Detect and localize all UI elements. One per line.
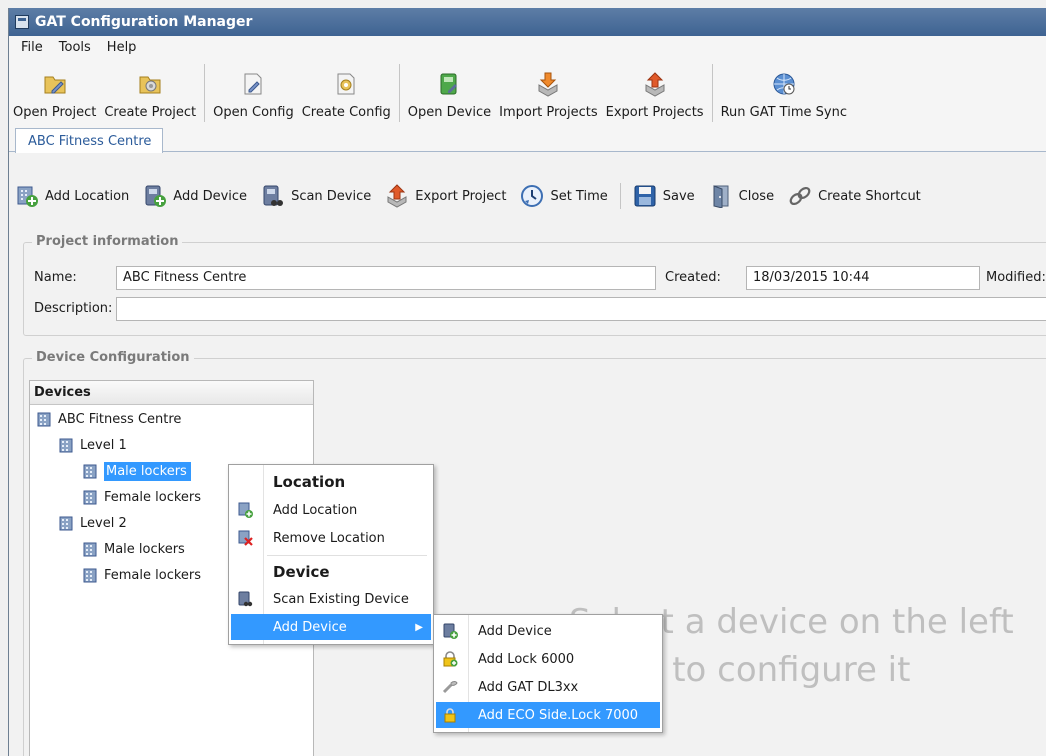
create-config-button[interactable]: Create Config: [298, 71, 395, 120]
tree-item-male-lockers-level-1[interactable]: Male lockers: [82, 460, 191, 482]
menu-tools[interactable]: Tools: [51, 40, 99, 55]
time-sync-icon: [773, 73, 795, 95]
export-project-button[interactable]: Export Project: [385, 184, 506, 208]
key-icon: [442, 681, 458, 694]
context-add-device-icon-slot: [237, 619, 253, 635]
tree-item-level-1[interactable]: Level 1: [58, 434, 127, 456]
create-config-icon: [337, 73, 355, 95]
submenu-add-lock-6000[interactable]: Add Lock 6000: [436, 646, 660, 672]
project-toolbar: Add Location Add Device Scan Device Expo…: [9, 178, 1046, 214]
created-field: 18/03/2015 10:44: [746, 266, 980, 290]
tree-item-female-lockers-level-1[interactable]: Female lockers: [82, 486, 201, 508]
set-time-icon: [521, 185, 544, 207]
window-title: GAT Configuration Manager: [35, 14, 253, 30]
export-projects-icon: [645, 72, 665, 97]
tree-item-male-lockers-level-2[interactable]: Male lockers: [82, 538, 185, 560]
open-config-button[interactable]: Open Config: [209, 71, 298, 120]
export-project-icon: [387, 184, 407, 208]
import-projects-button[interactable]: Import Projects: [495, 71, 602, 120]
building-icon: [37, 412, 51, 427]
submenu-add-device[interactable]: Add Device: [436, 618, 660, 644]
building-icon: [83, 568, 97, 583]
add-device-button[interactable]: Add Device: [143, 184, 247, 208]
open-device-button[interactable]: Open Device: [404, 71, 495, 120]
toolbar-separator: [204, 64, 206, 122]
context-scan-existing-device[interactable]: Scan Existing Device: [231, 586, 431, 612]
app-window: GAT Configuration Manager File Tools Hel…: [8, 8, 1046, 756]
context-remove-location[interactable]: Remove Location: [231, 525, 431, 551]
open-project-icon: [44, 76, 66, 94]
building-icon: [83, 542, 97, 557]
export-projects-button[interactable]: Export Projects: [602, 71, 708, 120]
tree-item-level-2[interactable]: Level 2: [58, 512, 127, 534]
set-time-button[interactable]: Set Time: [520, 184, 608, 208]
device-configuration-title: Device Configuration: [32, 350, 194, 365]
tree-item-abc-fitness-centre[interactable]: ABC Fitness Centre: [36, 408, 181, 430]
add-device-icon: [443, 623, 458, 639]
created-label: Created:: [665, 270, 721, 285]
toolbar-separator: [398, 64, 400, 122]
scan-device-icon: [238, 591, 253, 607]
submenu-add-eco-side-lock-7000[interactable]: Add ECO Side.Lock 7000: [436, 702, 660, 728]
submenu-add-gat-dl3xx[interactable]: Add GAT DL3xx: [436, 674, 660, 700]
run-time-sync-button[interactable]: Run GAT Time Sync: [717, 71, 851, 120]
building-icon: [59, 438, 73, 453]
toolbar-separator: [619, 183, 621, 209]
toolbar-separator: [711, 64, 713, 122]
menu-help[interactable]: Help: [99, 40, 145, 55]
context-menu-separator: [267, 555, 427, 556]
add-device-icon: [145, 185, 167, 207]
add-device-submenu: Add Device Add Lock 6000 Add GAT DL3xx A…: [433, 614, 663, 733]
name-label: Name:: [34, 270, 77, 285]
open-config-icon: [244, 73, 262, 95]
door-icon: [713, 185, 729, 208]
create-shortcut-button[interactable]: Create Shortcut: [788, 184, 921, 208]
save-button[interactable]: Save: [633, 184, 695, 208]
close-button[interactable]: Close: [709, 184, 774, 208]
scan-device-icon: [263, 185, 284, 206]
description-label: Description:: [34, 301, 113, 316]
menu-file[interactable]: File: [13, 40, 51, 55]
remove-location-icon: [238, 530, 253, 546]
save-icon: [634, 185, 656, 207]
add-location-icon: [17, 186, 38, 207]
lock-add-icon: [443, 651, 458, 667]
modified-label: Modified:: [986, 270, 1046, 285]
scan-device-button[interactable]: Scan Device: [261, 184, 371, 208]
app-icon: [15, 15, 29, 29]
open-project-button[interactable]: Open Project: [9, 71, 100, 120]
title-bar: GAT Configuration Manager: [9, 8, 1046, 36]
building-icon: [83, 490, 97, 505]
project-information-title: Project information: [32, 234, 183, 249]
tree-item-female-lockers-level-2[interactable]: Female lockers: [82, 564, 201, 586]
create-project-icon: [139, 76, 161, 94]
import-projects-icon: [538, 72, 558, 97]
menu-bar: File Tools Help: [9, 36, 1046, 58]
context-menu: Location Add Location Remove Location De…: [228, 464, 434, 645]
add-location-button[interactable]: Add Location: [15, 184, 129, 208]
link-icon: [789, 186, 811, 206]
main-toolbar: Open Project Create Project Open Config …: [9, 58, 1046, 126]
building-icon: [83, 464, 97, 479]
tab-strip: ABC Fitness Centre: [9, 126, 1046, 153]
context-add-location[interactable]: Add Location: [231, 497, 431, 523]
lock-icon: [444, 708, 456, 723]
building-icon: [59, 516, 73, 531]
description-field[interactable]: [116, 297, 1046, 321]
project-information-group: Project information Name: ABC Fitness Ce…: [23, 234, 1046, 336]
add-location-icon: [238, 502, 253, 518]
tab-abc-fitness-centre[interactable]: ABC Fitness Centre: [15, 128, 163, 153]
devices-header: Devices: [30, 381, 313, 405]
submenu-arrow-icon: ▶: [415, 621, 423, 633]
context-menu-location-header: Location: [273, 473, 346, 491]
open-device-icon: [440, 73, 458, 95]
context-add-device[interactable]: Add Device ▶: [231, 614, 431, 640]
context-menu-device-header: Device: [273, 563, 330, 581]
create-project-button[interactable]: Create Project: [100, 71, 200, 120]
name-field[interactable]: ABC Fitness Centre: [116, 266, 656, 290]
